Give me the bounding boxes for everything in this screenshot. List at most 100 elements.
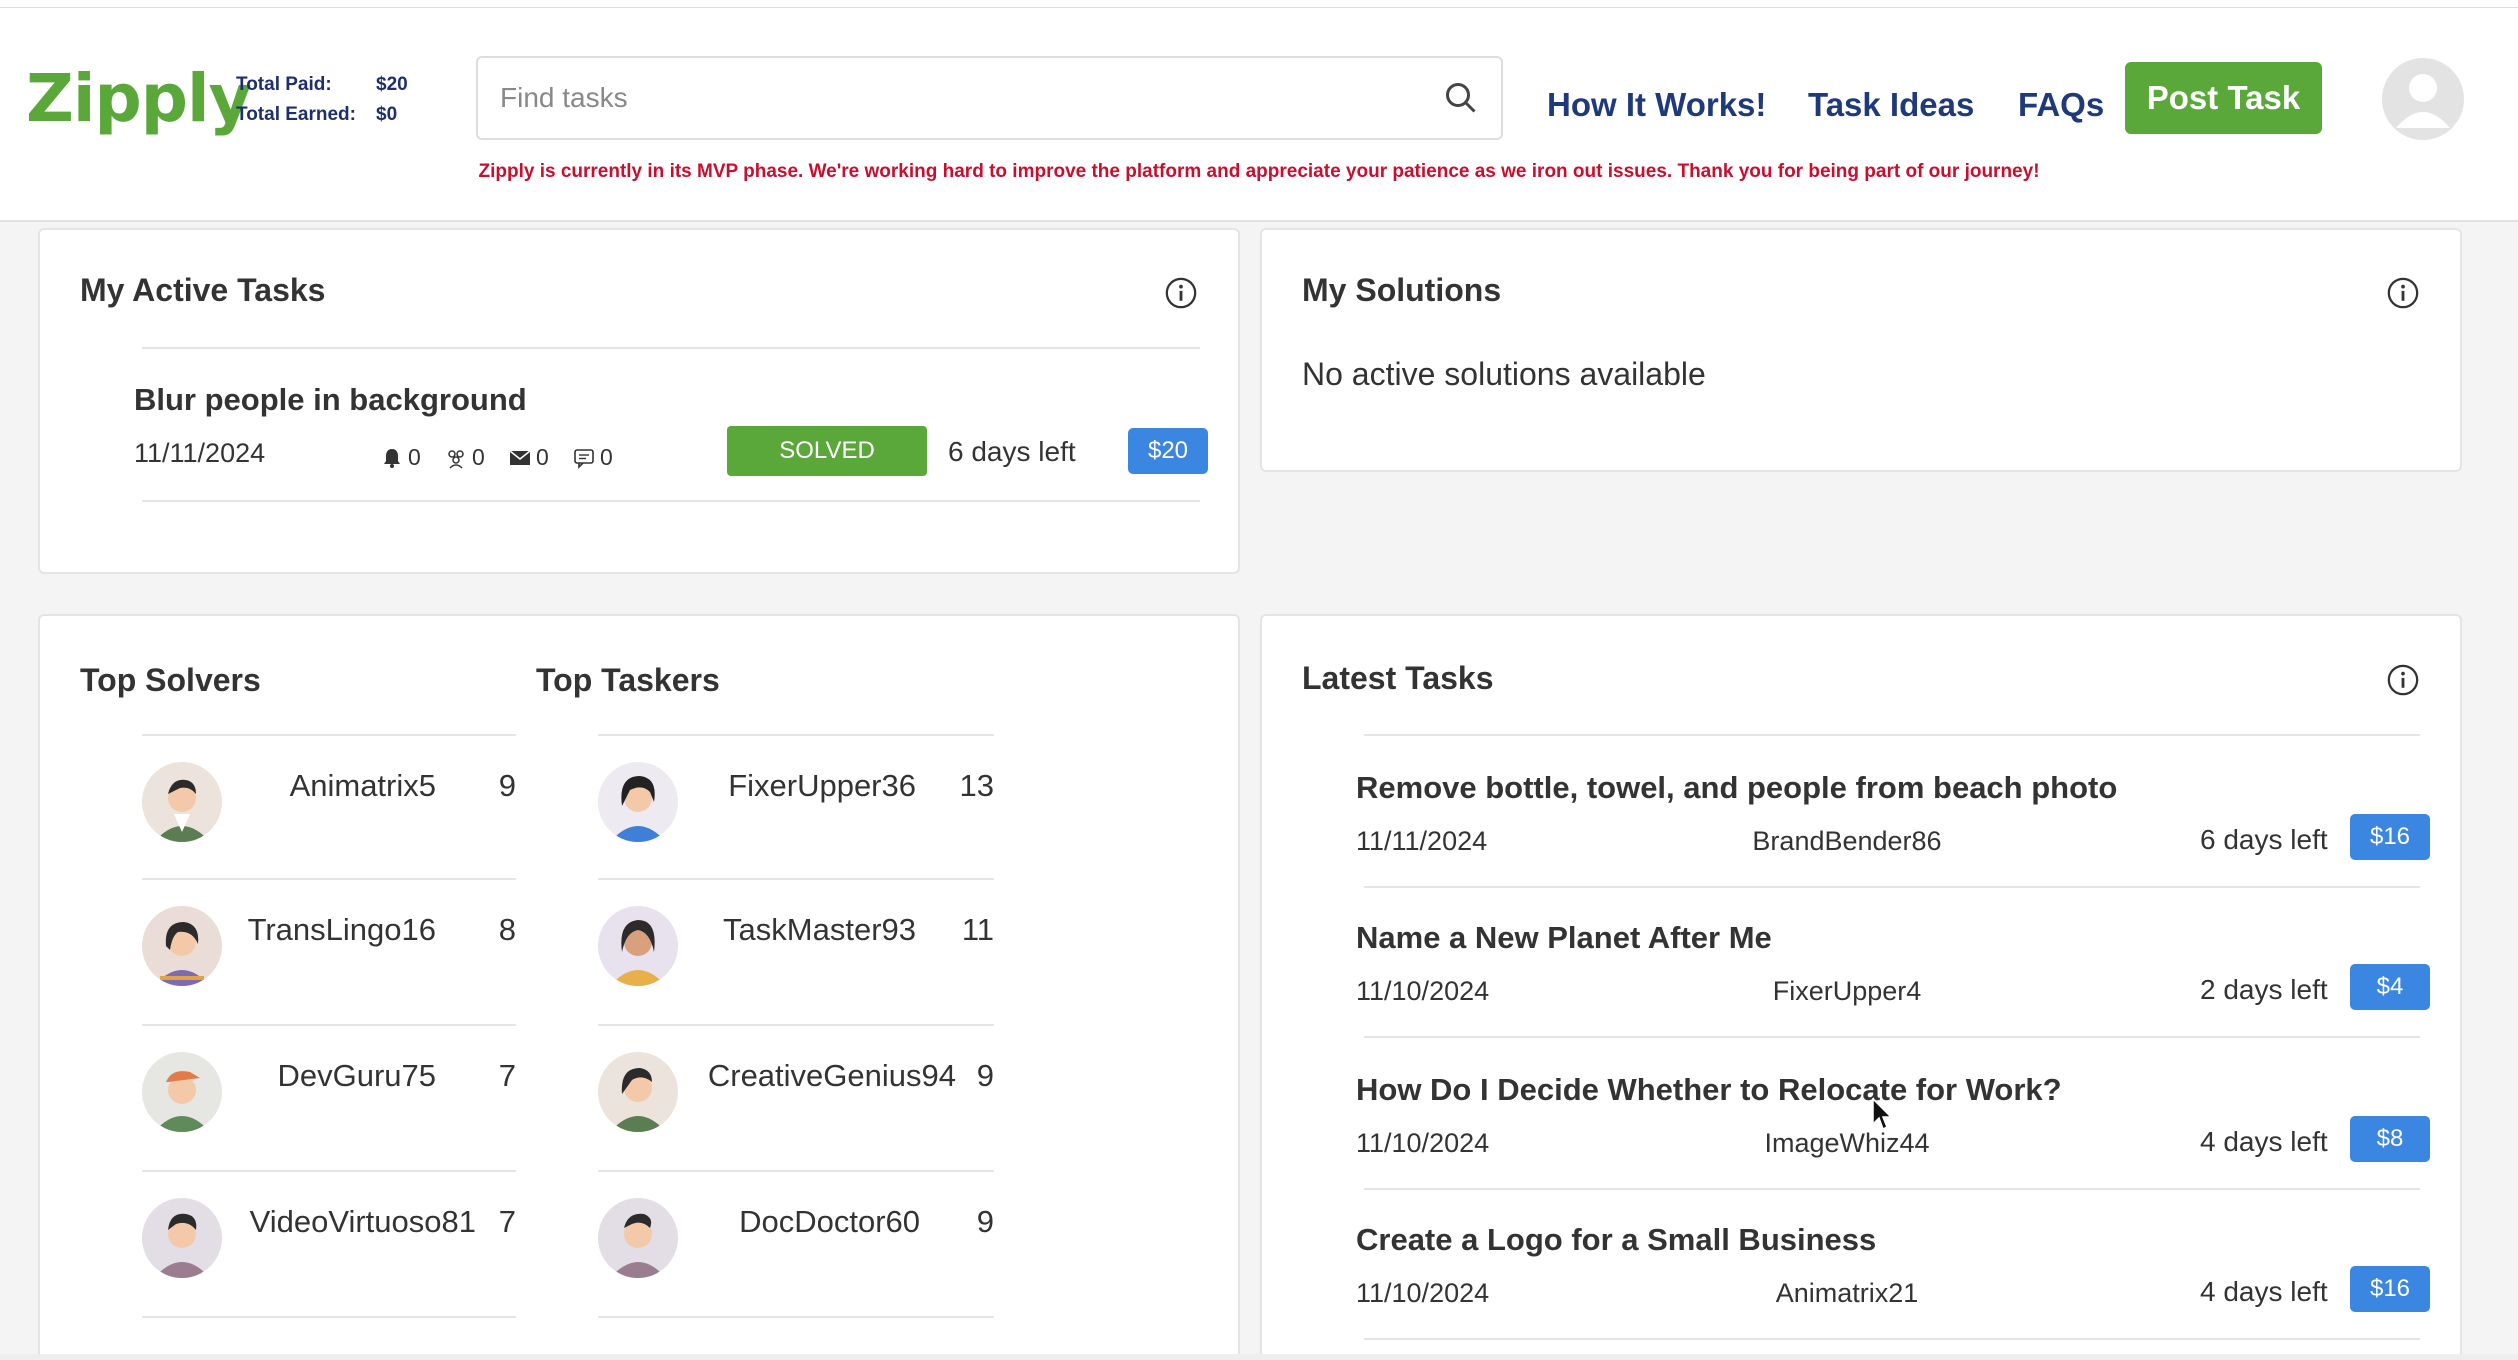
latest-task-days-left: 4 days left xyxy=(2200,1276,2328,1307)
latest-task-user[interactable]: FixerUpper4 xyxy=(1697,976,1997,1007)
active-task-price: $20 xyxy=(1128,428,1208,474)
divider xyxy=(142,878,516,880)
tasker-score: 13 xyxy=(959,768,994,803)
active-task-title[interactable]: Blur people in background xyxy=(134,382,527,418)
bell-icon xyxy=(384,448,400,468)
latest-task-price: $4 xyxy=(2350,964,2430,1010)
divider xyxy=(142,500,1200,502)
user-icon xyxy=(2396,74,2450,128)
tasker-score: 11 xyxy=(961,912,994,947)
divider xyxy=(598,1316,994,1318)
latest-task-user[interactable]: ImageWhiz44 xyxy=(1697,1128,1997,1159)
tasker-name[interactable]: FixerUpper36 xyxy=(650,768,916,804)
nav-task-ideas[interactable]: Task Ideas xyxy=(1808,86,1974,124)
solvers-count: 0 xyxy=(444,444,485,471)
latest-task-days-left: 6 days left xyxy=(2200,824,2328,855)
search-box xyxy=(476,56,1503,140)
messages-value: 0 xyxy=(536,444,549,470)
latest-task-date: 11/11/2024 xyxy=(1356,826,1488,856)
latest-task-price: $16 xyxy=(2350,1266,2430,1312)
tasker-score: 9 xyxy=(976,1058,994,1093)
latest-task-date: 11/10/2024 xyxy=(1356,976,1490,1006)
info-icon[interactable] xyxy=(2386,276,2420,310)
mvp-notice-text: Zipply is currently in its MVP phase. We… xyxy=(478,161,2040,182)
divider xyxy=(598,1170,994,1172)
latest-task-price: $8 xyxy=(2350,1116,2430,1162)
top-border xyxy=(0,0,2518,8)
notifications-value: 0 xyxy=(408,444,421,470)
latest-task-title[interactable]: Name a New Planet After Me xyxy=(1356,920,1772,956)
solver-name[interactable]: TransLingo16 xyxy=(200,912,436,948)
latest-task-user[interactable]: BrandBender86 xyxy=(1697,826,1997,857)
solver-score: 7 xyxy=(498,1058,516,1093)
envelope-icon xyxy=(509,449,531,465)
comments-value: 0 xyxy=(600,444,613,470)
tasker-name[interactable]: DocDoctor60 xyxy=(650,1204,920,1240)
top-solvers-title: Top Solvers xyxy=(80,662,261,698)
mouse-cursor-icon xyxy=(1872,1098,1893,1131)
messages-count: 0 xyxy=(508,444,549,471)
solvers-value: 0 xyxy=(472,444,485,470)
solver-score: 8 xyxy=(498,912,516,947)
tasker-name[interactable]: TaskMaster93 xyxy=(650,912,916,948)
solutions-panel xyxy=(1260,228,2462,472)
solver-name[interactable]: DevGuru75 xyxy=(200,1058,436,1094)
tasker-score: 9 xyxy=(976,1204,994,1239)
total-paid-label: Total Paid: xyxy=(236,74,332,95)
divider xyxy=(1364,1036,2420,1038)
divider xyxy=(1364,886,2420,888)
group-icon xyxy=(448,449,464,469)
latest-task-title[interactable]: How Do I Decide Whether to Relocate for … xyxy=(1356,1072,2062,1108)
latest-task-days-left: 4 days left xyxy=(2200,1126,2328,1157)
mvp-notice: Zipply is currently in its MVP phase. We… xyxy=(0,161,2518,183)
divider xyxy=(142,734,516,736)
info-icon[interactable] xyxy=(2386,663,2420,697)
post-task-button[interactable]: Post Task xyxy=(2125,62,2322,134)
total-earned-value: $0 xyxy=(376,104,398,125)
info-icon[interactable] xyxy=(1164,276,1198,310)
divider xyxy=(598,878,994,880)
divider xyxy=(1364,1338,2420,1340)
total-earned-label: Total Earned: xyxy=(236,104,356,125)
solver-name[interactable]: VideoVirtuoso81 xyxy=(200,1204,476,1240)
latest-task-date: 11/10/2024 xyxy=(1356,1278,1490,1308)
solver-score: 7 xyxy=(498,1204,516,1239)
account-totals: Total Paid: $20 Total Earned: $0 xyxy=(236,70,408,130)
comment-icon xyxy=(574,448,594,469)
search-input[interactable] xyxy=(500,58,1400,138)
divider xyxy=(1364,734,2420,736)
tasker-name[interactable]: CreativeGenius94 xyxy=(650,1058,956,1094)
user-avatar[interactable] xyxy=(2382,58,2464,140)
search-icon[interactable] xyxy=(1443,80,1479,116)
solver-score: 9 xyxy=(498,768,516,803)
divider xyxy=(1364,1188,2420,1190)
latest-task-days-left: 2 days left xyxy=(2200,974,2328,1005)
solutions-title: My Solutions xyxy=(1302,272,1502,308)
total-paid-value: $20 xyxy=(376,74,408,95)
latest-task-title[interactable]: Remove bottle, towel, and people from be… xyxy=(1356,770,2117,806)
active-tasks-title: My Active Tasks xyxy=(80,272,326,308)
latest-task-title[interactable]: Create a Logo for a Small Business xyxy=(1356,1222,1876,1258)
latest-task-price: $16 xyxy=(2350,814,2430,860)
nav-faqs[interactable]: FAQs xyxy=(2018,86,2104,124)
divider xyxy=(598,734,994,736)
latest-task-date: 11/10/2024 xyxy=(1356,1128,1490,1158)
latest-task-user[interactable]: Animatrix21 xyxy=(1697,1278,1997,1309)
site-header: Zipply Total Paid: $20 Total Earned: $0 Ho… xyxy=(0,8,2518,222)
active-task-days-left: 6 days left xyxy=(948,436,1076,467)
top-taskers-title: Top Taskers xyxy=(536,662,720,698)
active-task-date: 11/11/2024 xyxy=(134,438,266,468)
solver-name[interactable]: Animatrix5 xyxy=(200,768,436,804)
status-badge: SOLVED xyxy=(727,426,927,476)
logo[interactable]: Zipply xyxy=(26,60,252,137)
comments-count: 0 xyxy=(572,444,613,471)
divider xyxy=(142,1024,516,1026)
bottom-border xyxy=(0,1354,2518,1360)
divider xyxy=(142,347,1200,349)
nav-how-it-works[interactable]: How It Works! xyxy=(1547,86,1766,124)
notifications-count: 0 xyxy=(380,444,421,471)
divider xyxy=(142,1316,516,1318)
latest-tasks-title: Latest Tasks xyxy=(1302,660,1494,696)
no-solutions-text: No active solutions available xyxy=(1302,356,1706,392)
divider xyxy=(598,1024,994,1026)
